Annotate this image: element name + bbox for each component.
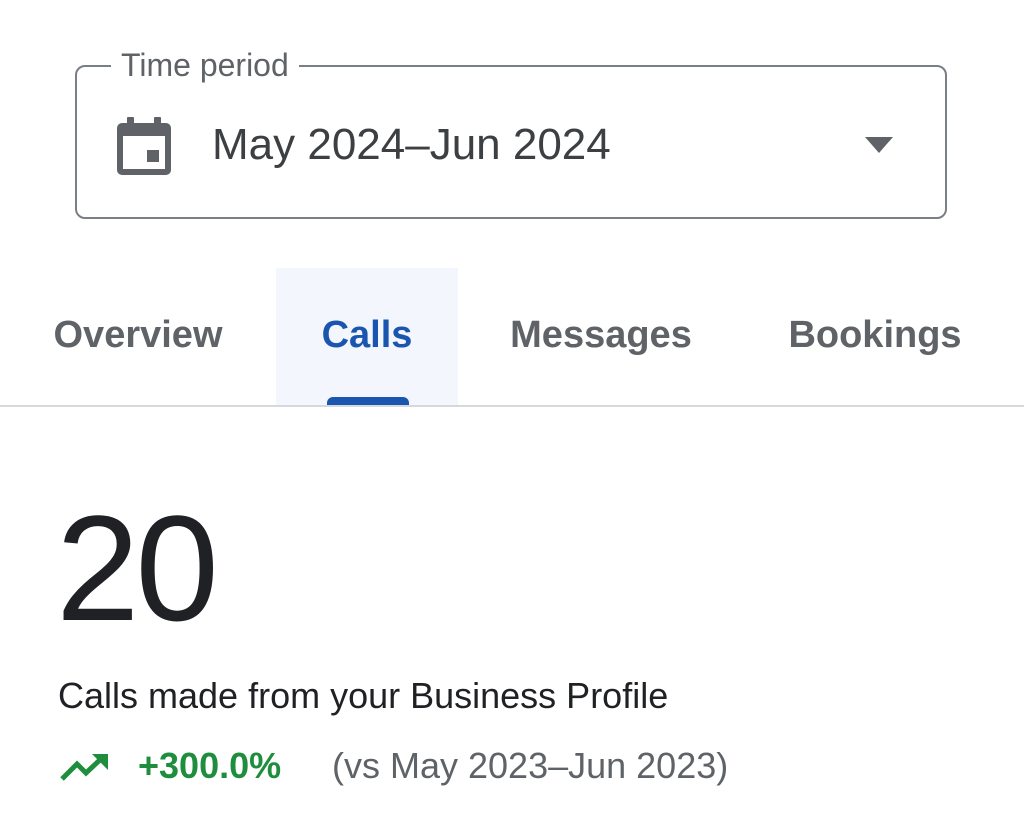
arrow-drop-down-icon[interactable] — [865, 137, 893, 153]
tab-overview-label: Overview — [53, 313, 223, 356]
tab-overview[interactable]: Overview — [30, 268, 246, 406]
calendar-icon — [117, 117, 171, 175]
tab-calls-label: Calls — [321, 313, 413, 356]
tab-bookings[interactable]: Bookings — [770, 268, 980, 406]
trend-change: +300.0% — [138, 745, 282, 786]
trend-comparison: (vs May 2023–Jun 2023) — [332, 745, 729, 786]
tabs-divider — [0, 405, 1024, 407]
metric-description: Calls made from your Business Profile — [58, 675, 669, 716]
time-period-value: May 2024–Jun 2024 — [212, 120, 611, 169]
time-period-select[interactable]: Time period May 2024–Jun 2024 — [75, 45, 947, 219]
tab-bar: Overview Calls Messages Bookings — [0, 268, 1024, 406]
tab-calls[interactable]: Calls — [276, 268, 458, 406]
time-period-label: Time period — [111, 45, 299, 85]
calls-count: 20 — [56, 484, 219, 652]
tab-bookings-label: Bookings — [788, 313, 962, 356]
trending-up-icon — [60, 754, 108, 781]
tab-messages-label: Messages — [510, 313, 692, 356]
performance-page: Time period May 2024–Jun 2024 Overview C… — [0, 0, 1024, 840]
tab-messages[interactable]: Messages — [490, 268, 712, 406]
